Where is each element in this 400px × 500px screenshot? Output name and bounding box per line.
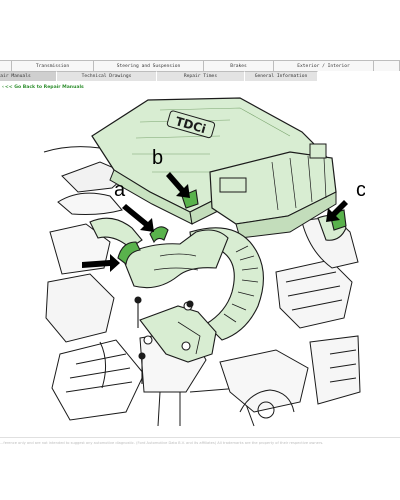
category-tabs: Transmission Steering and Suspension Bra… xyxy=(0,60,400,71)
tab-hidden-right[interactable] xyxy=(374,60,400,71)
tab-repair-manuals[interactable]: Repair Manuals xyxy=(0,71,57,81)
back-link-label: << Go Back to Repair Manuals xyxy=(4,85,84,90)
tab-hidden-left[interactable] xyxy=(0,60,12,71)
footer-divider xyxy=(0,437,400,438)
tab-brakes[interactable]: Brakes xyxy=(204,60,274,71)
footer-disclaimer: ...ference only and are not intended to … xyxy=(0,441,324,445)
repair-illustration: TDCi a b c xyxy=(43,97,365,427)
section-tabs: Repair Manuals Technical Drawings Repair… xyxy=(0,71,400,81)
tab-steering-suspension[interactable]: Steering and Suspension xyxy=(94,60,204,71)
back-arrow-icon: ‹ xyxy=(2,85,4,90)
callout-label-c: c xyxy=(356,179,365,201)
callout-label-a: a xyxy=(114,179,126,201)
tab-transmission[interactable]: Transmission xyxy=(12,60,94,71)
tab-repair-times[interactable]: Repair Times xyxy=(157,71,245,81)
tab-exterior-interior[interactable]: Exterior / Interior xyxy=(274,60,374,71)
callout-label-b: b xyxy=(152,147,163,169)
tab-technical-drawings[interactable]: Technical Drawings xyxy=(57,71,157,81)
back-to-repair-manuals-link[interactable]: ‹<< Go Back to Repair Manuals xyxy=(2,85,84,90)
tab-general-information[interactable]: General Information xyxy=(245,71,318,81)
